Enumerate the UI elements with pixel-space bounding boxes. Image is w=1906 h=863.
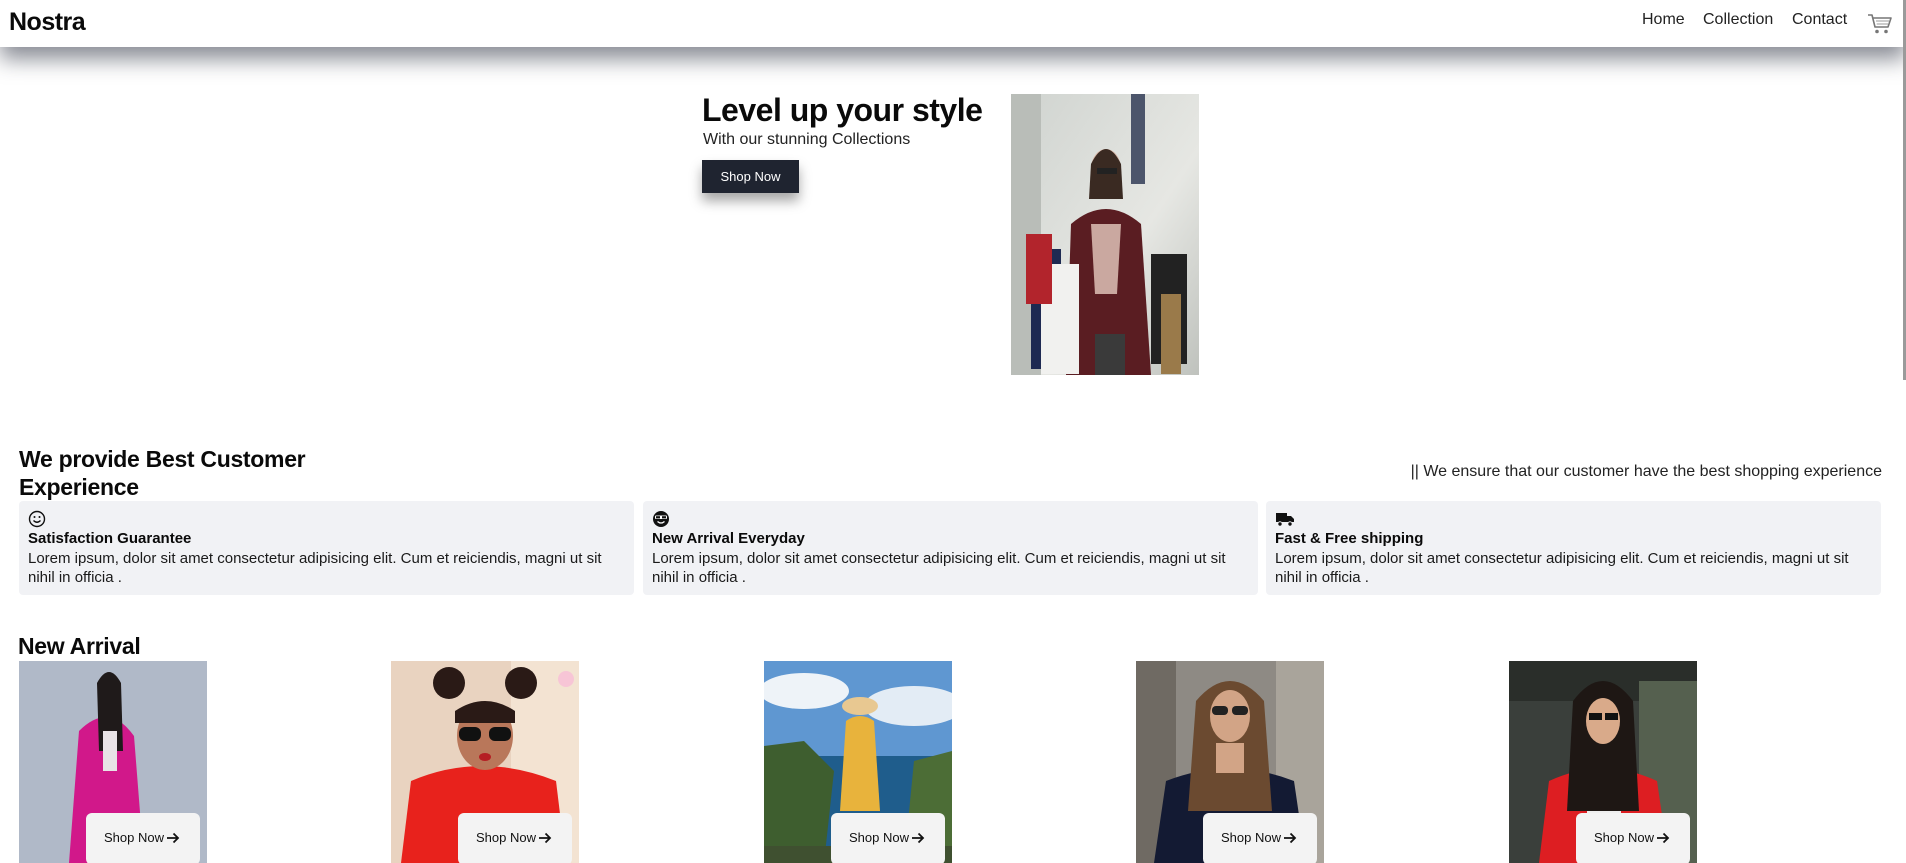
hero-title: Level up your style [702, 92, 983, 128]
product-card: Shop Now [1136, 661, 1324, 863]
nav-home[interactable]: Home [1642, 11, 1685, 29]
shop-now-label: Shop Now [1221, 830, 1281, 845]
shop-now-label: Shop Now [476, 830, 536, 845]
product-card: Shop Now [1509, 661, 1697, 863]
product-card: Shop Now [391, 661, 579, 863]
arrow-right-icon [1657, 832, 1670, 844]
product-card: Shop Now [19, 661, 207, 863]
site-header: Nostra Home Collection Contact [0, 0, 1906, 47]
feature-text: Lorem ipsum, dolor sit amet consectetur … [1275, 550, 1849, 586]
arrow-right-icon [1284, 832, 1297, 844]
product-shop-now-button[interactable]: Shop Now [1576, 813, 1690, 863]
arrow-right-icon [167, 832, 180, 844]
brand-logo[interactable]: Nostra [9, 8, 86, 37]
product-shop-now-button[interactable]: Shop Now [831, 813, 945, 863]
feature-card-new-arrival: New Arrival Everyday Lorem ipsum, dolor … [643, 501, 1258, 595]
shop-now-label: Shop Now [104, 830, 164, 845]
cool-face-icon [653, 511, 669, 527]
feature-title: Fast & Free shipping [1275, 530, 1424, 547]
new-arrival-title: New Arrival [18, 633, 141, 659]
truck-icon [1276, 513, 1294, 527]
experience-tagline: || We ensure that our customer have the … [1410, 463, 1882, 480]
hero-subtitle: With our stunning Collections [703, 131, 911, 148]
feature-title: New Arrival Everyday [652, 530, 805, 547]
feature-card-satisfaction: Satisfaction Guarantee Lorem ipsum, dolo… [19, 501, 634, 595]
arrow-right-icon [912, 832, 925, 844]
product-shop-now-button[interactable]: Shop Now [86, 813, 200, 863]
feature-text: Lorem ipsum, dolor sit amet consectetur … [28, 550, 602, 586]
product-card: Shop Now [764, 661, 952, 863]
hero-image [1011, 94, 1199, 375]
shopping-cart-icon[interactable] [1867, 12, 1893, 36]
nav-contact[interactable]: Contact [1792, 11, 1847, 29]
feature-card-shipping: Fast & Free shipping Lorem ipsum, dolor … [1266, 501, 1881, 595]
feature-text: Lorem ipsum, dolor sit amet consectetur … [652, 550, 1226, 586]
shop-now-label: Shop Now [849, 830, 909, 845]
product-shop-now-button[interactable]: Shop Now [458, 813, 572, 863]
feature-title: Satisfaction Guarantee [28, 530, 192, 547]
arrow-right-icon [539, 832, 552, 844]
nav-collection[interactable]: Collection [1703, 11, 1773, 29]
product-shop-now-button[interactable]: Shop Now [1203, 813, 1317, 863]
hero-shop-now-button[interactable]: Shop Now [702, 160, 799, 193]
experience-title: We provide Best Customer Experience [19, 446, 306, 500]
smile-icon [28, 510, 46, 528]
shop-now-label: Shop Now [1594, 830, 1654, 845]
